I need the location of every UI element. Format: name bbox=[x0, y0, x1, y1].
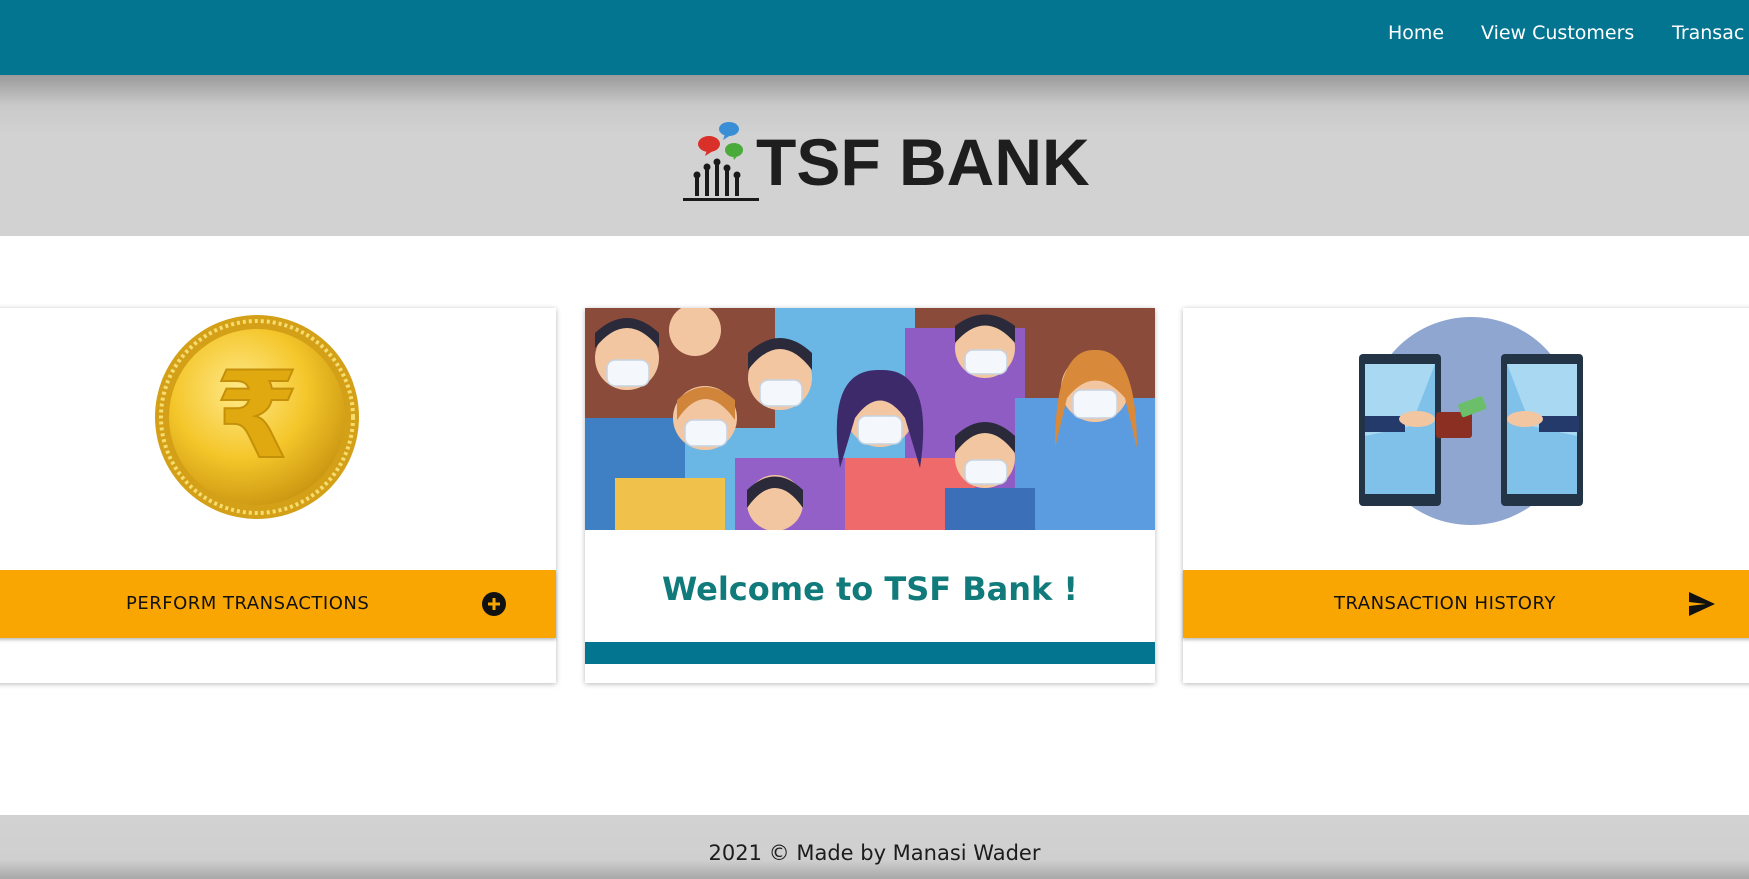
phone-money-transfer-illustration bbox=[1359, 317, 1583, 525]
welcome-accent-bar bbox=[585, 642, 1155, 664]
rupee-coin-icon: ₹ bbox=[155, 315, 359, 519]
brand-title: TSF BANK bbox=[756, 125, 1090, 199]
perform-transactions-card: ₹ PERFORM TRANSACTIONS bbox=[0, 308, 556, 683]
transaction-history-label: TRANSACTION HISTORY bbox=[1334, 593, 1556, 614]
perform-transactions-label: PERFORM TRANSACTIONS bbox=[126, 593, 370, 614]
svg-text:₹: ₹ bbox=[215, 347, 299, 486]
perform-transactions-button[interactable]: PERFORM TRANSACTIONS bbox=[0, 570, 556, 638]
top-navbar: Home View Customers Transac bbox=[0, 0, 1749, 75]
send-arrow-icon bbox=[1689, 592, 1715, 616]
footer-credit-text: 2021 © Made by Manasi Wader bbox=[708, 841, 1041, 865]
page-footer: 2021 © Made by Manasi Wader bbox=[0, 815, 1749, 879]
nav-transactions-link[interactable]: Transac bbox=[1672, 22, 1744, 44]
welcome-heading: Welcome to TSF Bank ! bbox=[661, 570, 1079, 608]
nav-home-link[interactable]: Home bbox=[1388, 22, 1444, 44]
masked-crowd-illustration bbox=[585, 308, 1155, 530]
welcome-card: Welcome to TSF Bank ! bbox=[585, 308, 1155, 683]
people-speech-bubbles-logo-icon bbox=[683, 122, 759, 201]
transaction-history-card: TRANSACTION HISTORY bbox=[1183, 308, 1749, 683]
transaction-history-button[interactable]: TRANSACTION HISTORY bbox=[1183, 570, 1749, 638]
nav-view-customers-link[interactable]: View Customers bbox=[1481, 22, 1634, 44]
plus-circle-icon bbox=[482, 592, 506, 616]
